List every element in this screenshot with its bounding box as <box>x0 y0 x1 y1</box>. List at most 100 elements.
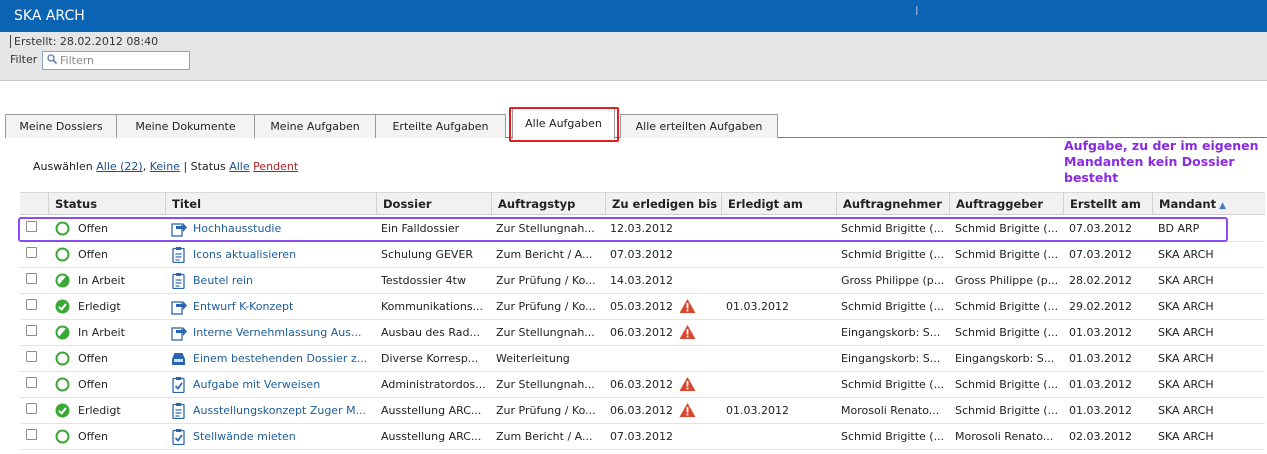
search-icon <box>47 54 57 64</box>
open-circle-icon <box>55 351 70 366</box>
col-auftragnehmer[interactable]: Auftragnehmer <box>836 193 949 215</box>
type-cell: Zur Prüfung / Ko... <box>496 274 596 287</box>
created-date-cell: 01.03.2012 <box>1069 404 1132 417</box>
dossier-cell: Ausbau des Rad... <box>381 326 481 339</box>
task-clipboard-icon <box>172 247 185 263</box>
dossier-cell: Diverse Korresp... <box>381 352 479 365</box>
task-forward-icon <box>171 301 187 315</box>
assignee-cell: Eingangskorb: S... <box>841 326 941 339</box>
tab-bar: Meine Dossiers Meine Dokumente Meine Auf… <box>5 108 1267 139</box>
col-mandant[interactable]: Mandant ▲ <box>1152 193 1265 215</box>
overdue-warning-icon <box>679 299 696 313</box>
table-row[interactable]: Offen Einem bestehenden Dossier z... Diver… <box>20 346 1265 372</box>
in-progress-icon <box>55 325 70 340</box>
table-row[interactable]: Offen Hochhausstudie Ein Falldossier Zur St… <box>20 216 1265 242</box>
col-titel[interactable]: Titel <box>165 193 376 215</box>
col-auftraggeber[interactable]: Auftraggeber <box>949 193 1063 215</box>
status-all-link[interactable]: Alle <box>229 160 249 173</box>
type-cell: Zur Prüfung / Ko... <box>496 300 596 313</box>
done-date-cell <box>726 346 834 371</box>
client-cell: BD ARP <box>1158 222 1200 235</box>
col-erledigt-am[interactable]: Erledigt am <box>721 193 836 215</box>
created-date-cell: 01.03.2012 <box>1069 352 1132 365</box>
sort-ascending-icon[interactable]: ▲ <box>1219 201 1226 211</box>
task-inbox-icon <box>172 353 185 365</box>
overdue-warning-icon <box>679 403 696 417</box>
done-check-icon <box>55 403 70 418</box>
tab-meine-aufgaben[interactable]: Meine Aufgaben <box>254 114 376 138</box>
due-date-cell <box>610 346 682 371</box>
title-link[interactable]: Hochhausstudie <box>193 216 373 241</box>
table-row[interactable]: In Arbeit Interne Vernehmlassung Aus... Au… <box>20 320 1265 346</box>
issuer-cell: Gross Philippe (p... <box>955 274 1059 287</box>
status-text: Erledigt <box>78 300 121 313</box>
due-date-cell: 06.03.2012 <box>610 404 673 417</box>
title-link[interactable]: Interne Vernehmlassung Aus... <box>193 320 373 345</box>
title-link[interactable]: Aufgabe mit Verweisen <box>193 372 373 397</box>
type-cell: Zur Stellungnah... <box>496 222 595 235</box>
client-cell: SKA ARCH <box>1158 352 1214 365</box>
row-checkbox[interactable] <box>26 247 37 258</box>
table-row[interactable]: Offen Icons aktualisieren Schulung GEVER Zu… <box>20 242 1265 268</box>
table-row[interactable]: In Arbeit Beutel rein Testdossier 4tw Zur P… <box>20 268 1265 294</box>
row-checkbox[interactable] <box>26 403 37 414</box>
tab-meine-dossiers[interactable]: Meine Dossiers <box>5 114 117 138</box>
status-text: Offen <box>78 430 108 443</box>
row-checkbox[interactable] <box>26 429 37 440</box>
row-checkbox[interactable] <box>26 351 37 362</box>
created-date-cell: 01.03.2012 <box>1069 378 1132 391</box>
issuer-cell: Schmid Brigitte (... <box>955 404 1059 417</box>
row-checkbox[interactable] <box>26 221 37 232</box>
col-zu-erledigen-bis[interactable]: Zu erledigen bis <box>605 193 721 215</box>
col-mandant-label: Mandant <box>1159 197 1217 211</box>
table-row[interactable]: Offen Stellwände mieten Ausstellung ARC...… <box>20 424 1265 450</box>
done-date-cell <box>726 372 834 397</box>
tab-alle-erteilten-aufgaben[interactable]: Alle erteilten Aufgaben <box>620 114 778 138</box>
title-link[interactable]: Entwurf K-Konzept <box>193 294 373 319</box>
filter-field[interactable] <box>42 51 190 70</box>
tab-erteilte-aufgaben[interactable]: Erteilte Aufgaben <box>375 114 506 138</box>
task-clipboard-icon <box>172 273 185 289</box>
assignee-cell: Schmid Brigitte (... <box>841 222 945 235</box>
type-cell: Zur Stellungnah... <box>496 326 595 339</box>
table-row[interactable]: Erledigt Ausstellungskonzept Zuger M... Au… <box>20 398 1265 424</box>
text-cursor-icon: I <box>915 4 919 18</box>
due-date-cell: 14.03.2012 <box>610 274 673 287</box>
title-link[interactable]: Beutel rein <box>193 268 373 293</box>
app-title: SKA ARCH <box>14 8 85 24</box>
created-date-cell: 07.03.2012 <box>1069 222 1132 235</box>
table-row[interactable]: Erledigt Entwurf K-Konzept Kommunikations.… <box>20 294 1265 320</box>
task-forward-icon <box>171 223 187 237</box>
issuer-cell: Schmid Brigitte (... <box>955 248 1059 261</box>
col-status[interactable]: Status <box>48 193 165 215</box>
title-link[interactable]: Ausstellungskonzept Zuger M... <box>193 398 373 423</box>
title-link[interactable]: Icons aktualisieren <box>193 242 373 267</box>
filter-input[interactable] <box>60 53 186 68</box>
done-date-cell: 01.03.2012 <box>726 404 789 417</box>
row-checkbox[interactable] <box>26 273 37 284</box>
selection-bar: Auswählen Alle (22), Keine | Status Alle… <box>33 160 298 173</box>
status-text: Erledigt <box>78 404 121 417</box>
assignee-cell: Gross Philippe (p... <box>841 274 945 287</box>
row-checkbox[interactable] <box>26 377 37 388</box>
dossier-cell: Administratordos... <box>381 378 486 391</box>
done-date-cell <box>726 424 834 449</box>
dossier-cell: Ausstellung ARC... <box>381 430 482 443</box>
tab-alle-aufgaben[interactable]: Alle Aufgaben <box>512 108 615 139</box>
task-clipboard-icon <box>172 403 185 419</box>
due-date-cell: 06.03.2012 <box>610 378 673 391</box>
assignee-cell: Schmid Brigitte (... <box>841 300 945 313</box>
done-date-cell <box>726 320 834 345</box>
col-auftragstyp[interactable]: Auftragstyp <box>491 193 605 215</box>
row-checkbox[interactable] <box>26 325 37 336</box>
row-checkbox[interactable] <box>26 299 37 310</box>
title-link[interactable]: Einem bestehenden Dossier z... <box>193 346 373 371</box>
title-link[interactable]: Stellwände mieten <box>193 424 373 449</box>
select-none-link[interactable]: Keine <box>150 160 180 173</box>
tab-meine-dokumente[interactable]: Meine Dokumente <box>116 114 255 138</box>
col-dossier[interactable]: Dossier <box>376 193 491 215</box>
status-pending-link[interactable]: Pendent <box>253 160 298 173</box>
table-row[interactable]: Offen Aufgabe mit Verweisen Administratord… <box>20 372 1265 398</box>
select-all-link[interactable]: Alle (22) <box>96 160 142 173</box>
col-erstellt-am[interactable]: Erstellt am <box>1063 193 1152 215</box>
